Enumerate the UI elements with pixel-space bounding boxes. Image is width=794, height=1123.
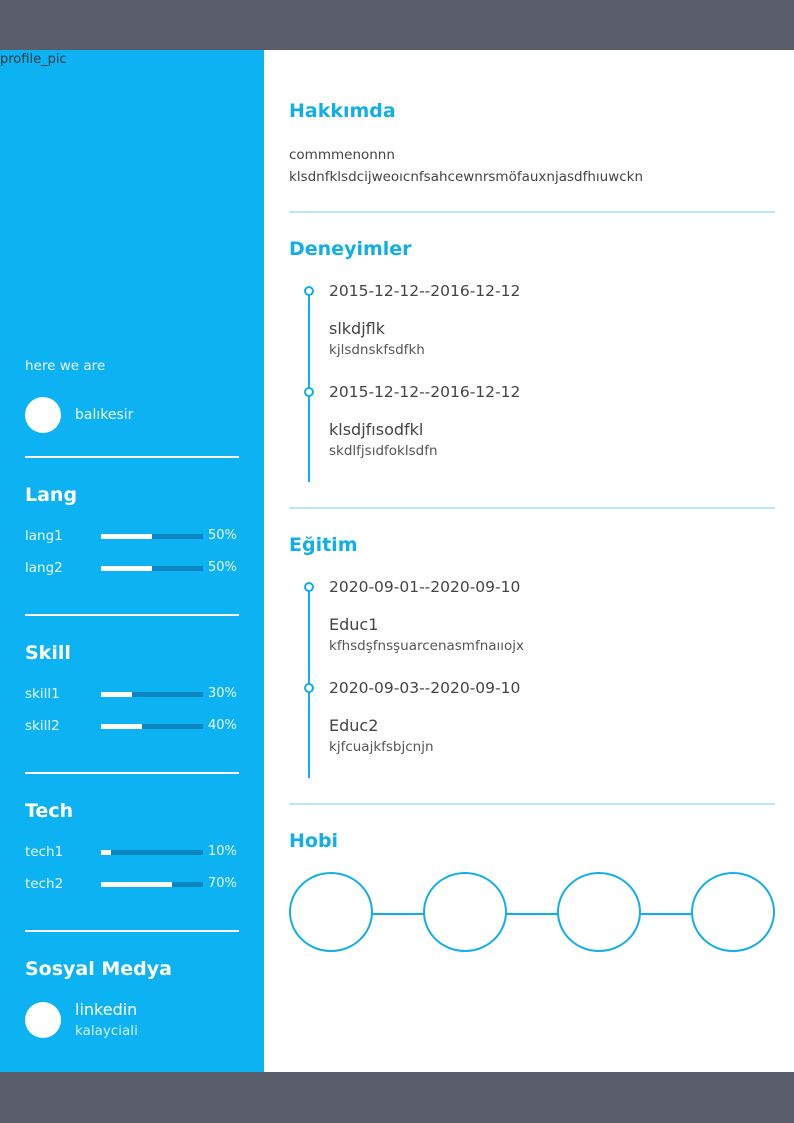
- experience-title: Deneyimler: [289, 238, 412, 260]
- lang-name: lang2: [25, 560, 63, 576]
- skill-name: skill1: [25, 686, 60, 702]
- lang-row: lang1 50%: [25, 528, 245, 546]
- experience-desc: skdlfjsıdfoklsdfn: [329, 443, 438, 459]
- tagline: here we are: [25, 358, 106, 374]
- sidebar-divider: [25, 930, 239, 932]
- skill-bar: [101, 692, 203, 697]
- tech-row: tech1 10%: [25, 844, 245, 862]
- location-row: balıkesir: [25, 397, 133, 433]
- experience-date: 2015-12-12--2016-12-12: [329, 282, 521, 300]
- social-title: Sosyal Medya: [25, 958, 172, 980]
- timeline-dot-icon: [304, 387, 314, 397]
- lang-percent: 50%: [208, 560, 237, 575]
- lang-name: lang1: [25, 528, 63, 544]
- section-divider: [289, 803, 775, 805]
- lang-title: Lang: [25, 484, 78, 506]
- section-divider: [289, 211, 775, 213]
- lang-bar: [101, 566, 203, 571]
- timeline-line: [308, 288, 310, 482]
- sidebar: profile_pic here we are balıkesir Lang l…: [0, 50, 264, 1072]
- skill-bar: [101, 724, 203, 729]
- education-date: 2020-09-03--2020-09-10: [329, 679, 521, 697]
- lang-bar-fill: [101, 566, 152, 571]
- skill-bar-fill: [101, 692, 132, 697]
- education-title-text: Educ2: [329, 716, 379, 735]
- tech-bar: [101, 882, 203, 887]
- sidebar-divider: [25, 456, 239, 458]
- experience-date: 2015-12-12--2016-12-12: [329, 383, 521, 401]
- lang-row: lang2 50%: [25, 560, 245, 578]
- experience-desc: kjlsdnskfsdfkh: [329, 342, 425, 358]
- tech-percent: 10%: [208, 844, 237, 859]
- education-title-text: Educ1: [329, 615, 379, 634]
- timeline-dot-icon: [304, 286, 314, 296]
- tech-name: tech2: [25, 876, 64, 892]
- hobby-circle: [691, 872, 775, 952]
- location-icon: [25, 397, 61, 433]
- hobby-row: [289, 872, 775, 952]
- lang-bar: [101, 534, 203, 539]
- education-title: Eğitim: [289, 534, 358, 556]
- timeline-dot-icon: [304, 582, 314, 592]
- about-text: commmenonnn klsdnfklsdcijweoıcnfsahcewnr…: [289, 144, 643, 188]
- skill-row: skill1 30%: [25, 686, 245, 704]
- education-desc: kjfcuajkfsbjcnjn: [329, 739, 434, 755]
- section-divider: [289, 507, 775, 509]
- linkedin-icon: [25, 1001, 61, 1038]
- sidebar-divider: [25, 772, 239, 774]
- about-line: commmenonnn: [289, 147, 395, 163]
- skill-row: skill2 40%: [25, 718, 245, 736]
- tech-title: Tech: [25, 800, 74, 822]
- skill-title: Skill: [25, 642, 71, 664]
- skill-percent: 40%: [208, 718, 237, 733]
- hobby-circle: [557, 872, 641, 952]
- experience-title-text: klsdjfısodfkl: [329, 420, 424, 439]
- skill-name: skill2: [25, 718, 60, 734]
- timeline-dot-icon: [304, 683, 314, 693]
- social-link-linkedin[interactable]: linkedin kalayciali: [25, 1000, 138, 1039]
- tech-percent: 70%: [208, 876, 237, 891]
- tech-bar-fill: [101, 882, 173, 887]
- education-desc: kfhsdşfnsşuarcenasmfnaııojx: [329, 638, 525, 654]
- hobby-connector: [329, 913, 729, 915]
- social-name: linkedin: [75, 1000, 138, 1019]
- hobby-circle: [423, 872, 507, 952]
- lang-percent: 50%: [208, 528, 237, 543]
- education-date: 2020-09-01--2020-09-10: [329, 578, 521, 596]
- tech-bar: [101, 850, 203, 855]
- lang-bar-fill: [101, 534, 152, 539]
- tech-name: tech1: [25, 844, 64, 860]
- hobby-circle: [289, 872, 373, 952]
- about-title: Hakkımda: [289, 100, 396, 122]
- social-text: linkedin kalayciali: [75, 1000, 138, 1039]
- hobby-title: Hobi: [289, 830, 339, 852]
- social-handle: kalayciali: [75, 1023, 138, 1039]
- tech-row: tech2 70%: [25, 876, 245, 894]
- skill-percent: 30%: [208, 686, 237, 701]
- tech-bar-fill: [101, 850, 112, 855]
- timeline-line: [308, 584, 310, 778]
- skill-bar-fill: [101, 724, 142, 729]
- sidebar-divider: [25, 614, 239, 616]
- experience-title-text: slkdjflk: [329, 319, 385, 338]
- about-line: klsdnfklsdcijweoıcnfsahcewnrsmöfauxnjasd…: [289, 169, 644, 185]
- cv-page: profile_pic here we are balıkesir Lang l…: [0, 50, 794, 1072]
- profile-pic-placeholder: profile_pic: [0, 52, 67, 67]
- location-text: balıkesir: [75, 407, 134, 423]
